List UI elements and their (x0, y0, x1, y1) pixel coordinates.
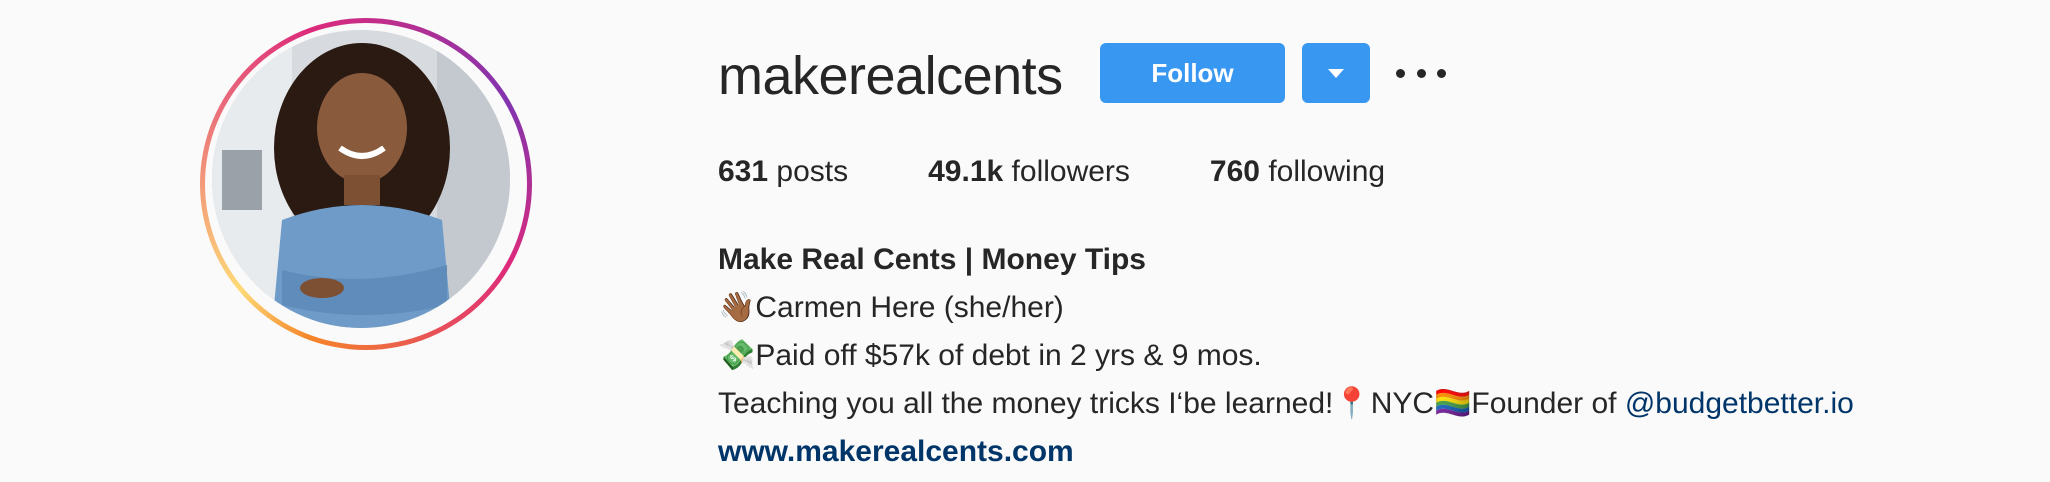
money-with-wings-icon: 💸 (718, 338, 756, 373)
bio-founder-text: Founder of (1471, 387, 1625, 420)
posts-stat: 631 posts (718, 152, 848, 192)
profile-stats: 631 posts 49.1k followers 760 following (718, 152, 1465, 192)
bio-city: NYC (1370, 387, 1435, 420)
waving-hand-icon: 👋🏾 (718, 290, 756, 325)
story-ring[interactable] (200, 18, 532, 350)
chevron-down-icon (1328, 68, 1344, 78)
more-options-button[interactable] (1396, 58, 1446, 88)
followers-label: followers (1011, 155, 1130, 188)
avatar[interactable] (212, 30, 510, 328)
mention-link[interactable]: @budgetbetter.io (1625, 387, 1854, 420)
posts-label: posts (776, 155, 849, 188)
more-options-icon (1437, 68, 1446, 78)
rainbow-flag-icon: 🏳️‍🌈 (1434, 386, 1472, 421)
avatar-image (212, 30, 510, 328)
website-link[interactable]: www.makerealcents.com (718, 428, 1854, 476)
followers-count: 49.1k (928, 155, 1004, 188)
following-label: following (1268, 155, 1386, 188)
bio-line-2: 💸Paid off $57k of debt in 2 yrs & 9 mos. (718, 332, 1854, 380)
bio-line-1-text: Carmen Here (she/her) (755, 291, 1064, 324)
follow-button[interactable]: Follow (1100, 43, 1285, 103)
bio-line-3-text: Teaching you all the money tricks I‘be l… (718, 387, 1334, 420)
bio-line-1: 👋🏾Carmen Here (she/her) (718, 284, 1854, 332)
bio-line-2-text: Paid off $57k of debt in 2 yrs & 9 mos. (755, 339, 1262, 372)
pin-icon: 📍 (1333, 386, 1371, 421)
following-count: 760 (1209, 155, 1260, 188)
following-stat[interactable]: 760 following (1210, 152, 1385, 192)
more-options-icon (1396, 68, 1405, 78)
posts-count: 631 (718, 155, 769, 188)
full-name: Make Real Cents | Money Tips (718, 243, 1146, 276)
username: makerealcents (718, 46, 1063, 106)
bio-line-3: Teaching you all the money tricks I‘be l… (718, 380, 1854, 428)
more-options-icon (1416, 68, 1426, 78)
profile-header: makerealcents Follow 631 posts 49.1k fol… (0, 0, 2050, 482)
suggested-dropdown-button[interactable] (1302, 43, 1370, 103)
bio: Make Real Cents | Money Tips 👋🏾Carmen He… (718, 236, 1854, 476)
followers-stat[interactable]: 49.1k followers (928, 152, 1130, 192)
